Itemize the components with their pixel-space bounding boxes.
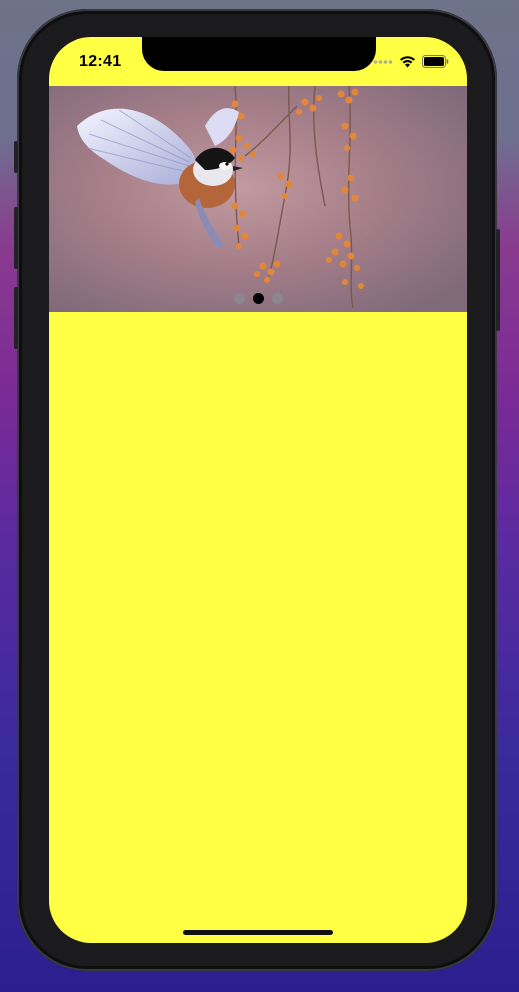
signal-dots-icon bbox=[373, 59, 393, 64]
home-indicator[interactable] bbox=[183, 930, 333, 935]
power-button bbox=[496, 229, 500, 331]
battery-icon bbox=[422, 55, 449, 68]
volume-down-button bbox=[14, 287, 18, 349]
status-icons bbox=[373, 55, 449, 68]
status-time: 12:41 bbox=[79, 53, 122, 70]
page-dot-1[interactable] bbox=[233, 293, 245, 304]
silent-switch bbox=[14, 141, 18, 173]
page-dot-3[interactable] bbox=[271, 293, 283, 304]
wifi-icon bbox=[400, 56, 415, 68]
image-carousel[interactable] bbox=[49, 86, 467, 312]
bird-photo bbox=[49, 86, 467, 312]
volume-up-button bbox=[14, 207, 18, 269]
notch bbox=[142, 37, 376, 71]
app-screen: 12:41 bbox=[49, 37, 467, 943]
page-indicator[interactable] bbox=[49, 293, 467, 304]
page-dot-2[interactable] bbox=[252, 293, 264, 304]
